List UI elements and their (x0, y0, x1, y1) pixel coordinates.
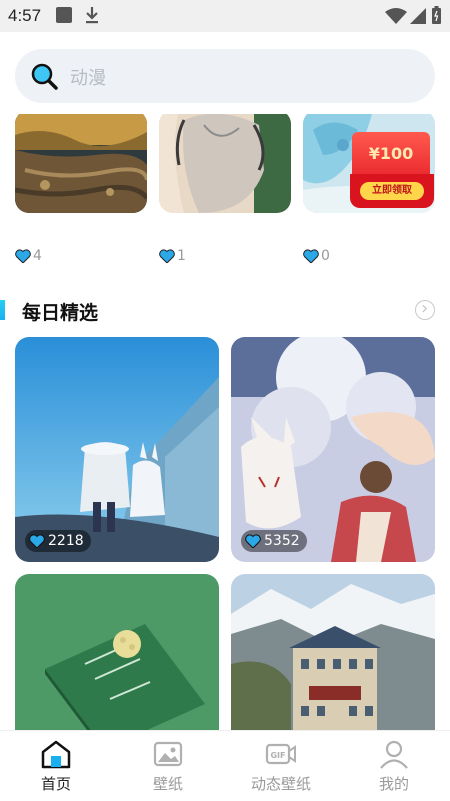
wifi-icon (385, 8, 407, 24)
status-bar: 4:57 (0, 0, 450, 32)
promo-amount: ¥100 (368, 144, 414, 163)
status-time: 4:57 (8, 6, 42, 25)
wallpaper-image (15, 110, 147, 213)
svg-text:GIF: GIF (270, 751, 285, 760)
tab-wallpaper[interactable]: 壁纸 (112, 731, 224, 801)
wallpaper-image (159, 110, 291, 213)
promo-coupon[interactable]: ¥100 立即领取 (350, 132, 434, 212)
tab-wallpaper-label: 壁纸 (152, 775, 183, 793)
tab-home-label: 首页 (40, 775, 71, 793)
heart-icon (29, 534, 45, 548)
promo-claim-button[interactable]: 立即领取 (360, 182, 424, 200)
featured-card-book[interactable] (15, 574, 219, 734)
notification-icon (56, 7, 72, 23)
heart-icon (159, 249, 175, 263)
like-badge: 5352 (241, 530, 307, 552)
download-icon (86, 7, 98, 24)
battery-icon (432, 6, 441, 24)
search-input[interactable]: 动漫 (15, 49, 435, 103)
tab-live-wallpaper-label: 动态壁纸 (250, 775, 311, 793)
tab-live-wallpaper[interactable]: GIF 动态壁纸 (225, 731, 337, 801)
wallpaper-image (15, 337, 219, 562)
like-count: 1 (159, 248, 186, 264)
gif-icon: GIF (265, 743, 296, 765)
like-count: 0 (303, 248, 330, 264)
tab-profile-label: 我的 (378, 775, 409, 793)
search-header: 动漫 (0, 32, 450, 114)
image-icon (153, 741, 183, 767)
tab-home[interactable]: 首页 (0, 731, 112, 801)
search-icon (31, 63, 58, 90)
wallpaper-image (231, 574, 435, 734)
like-badge: 2218 (25, 530, 91, 552)
section-title: 每日精选 (22, 302, 99, 324)
signal-icon (410, 8, 426, 24)
featured-card-sky[interactable]: 2218 (15, 337, 219, 562)
tab-profile[interactable]: 我的 (338, 731, 450, 801)
search-placeholder: 动漫 (70, 68, 106, 89)
featured-card-hotel[interactable] (231, 574, 435, 734)
heart-icon (303, 249, 319, 263)
wallpaper-image (231, 337, 435, 562)
wallpaper-card-girl[interactable] (159, 110, 291, 213)
like-count: 4 (15, 248, 42, 264)
section-accent-bar (0, 300, 5, 320)
wallpaper-card-river[interactable] (15, 110, 147, 213)
heart-icon (245, 534, 261, 548)
heart-icon (15, 249, 31, 263)
home-icon (41, 740, 71, 769)
wallpaper-image (15, 574, 219, 734)
featured-card-fox[interactable]: 5352 (231, 337, 435, 562)
chevron-right-icon (422, 304, 428, 313)
wallpaper-card-anime-blue[interactable]: ¥100 立即领取 (303, 110, 435, 213)
bottom-tab-bar: 首页 壁纸 GIF 动态壁纸 我的 (0, 730, 450, 801)
user-icon (380, 740, 408, 769)
more-button[interactable] (415, 300, 435, 320)
